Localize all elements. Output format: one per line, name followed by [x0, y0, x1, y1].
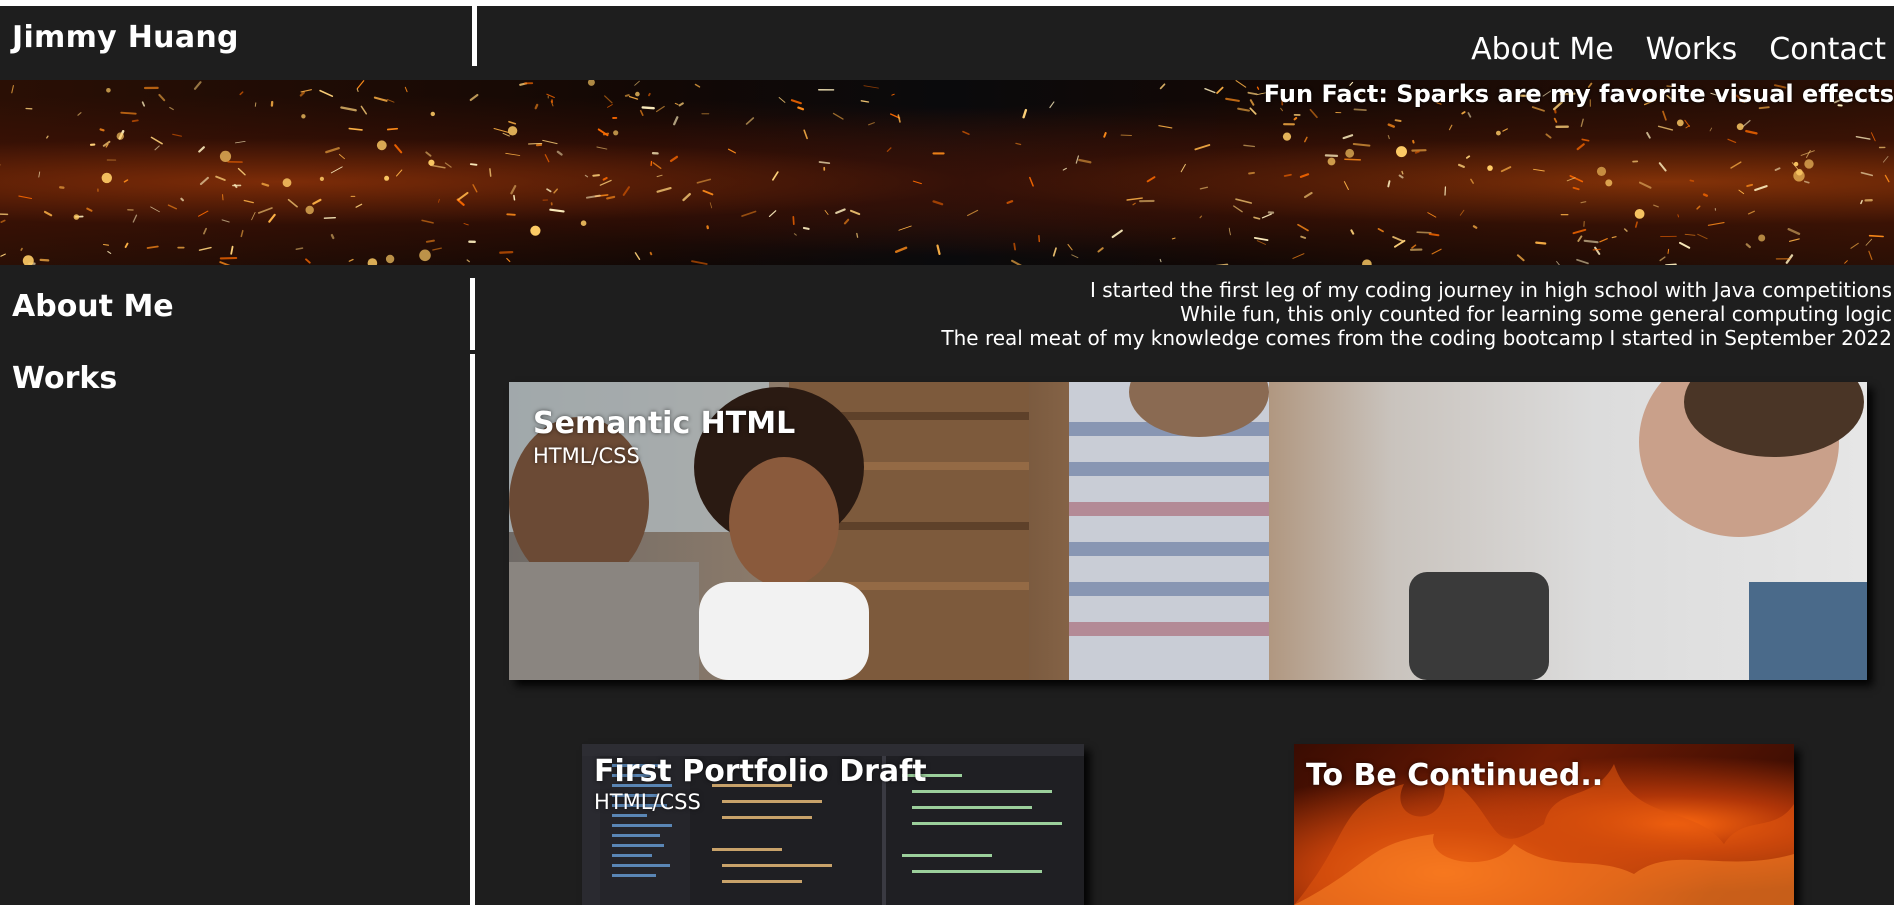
work-card-to-be-continued[interactable]: To Be Continued..: [1294, 744, 1794, 905]
sidebar: About Me Works: [0, 265, 470, 905]
hero-banner: Fun Fact: Sparks are my favorite visual …: [0, 80, 1894, 265]
site-header: Jimmy Huang About Me Works Contact: [0, 0, 1894, 80]
nav-link-about-me[interactable]: About Me: [1471, 32, 1614, 67]
top-nav: About Me Works Contact: [1471, 32, 1886, 67]
sidebar-item-about-me[interactable]: About Me: [12, 289, 174, 324]
work-card-subtitle: HTML/CSS: [594, 790, 701, 814]
sidebar-item-works[interactable]: Works: [12, 361, 117, 396]
about-line: The real meat of my knowledge comes from…: [941, 326, 1892, 350]
work-card-semantic-html[interactable]: Semantic HTML HTML/CSS: [509, 382, 1867, 680]
nav-link-works[interactable]: Works: [1646, 32, 1738, 67]
work-card-title: First Portfolio Draft: [594, 754, 927, 789]
about-line: I started the first leg of my coding jou…: [1089, 278, 1892, 302]
work-card-subtitle: HTML/CSS: [533, 444, 640, 468]
site-owner-name: Jimmy Huang: [12, 20, 239, 55]
work-card-first-portfolio-draft[interactable]: First Portfolio Draft HTML/CSS: [582, 744, 1084, 905]
work-card-title: Semantic HTML: [533, 406, 796, 441]
fun-fact-text: Fun Fact: Sparks are my favorite visual …: [1263, 80, 1894, 108]
about-me-text: I started the first leg of my coding jou…: [941, 278, 1892, 350]
header-divider: [472, 6, 477, 66]
about-line: While fun, this only counted for learnin…: [1180, 302, 1892, 326]
work-card-title: To Be Continued..: [1306, 758, 1604, 793]
about-section-divider: [470, 278, 475, 350]
nav-link-contact[interactable]: Contact: [1769, 32, 1886, 67]
works-section-divider: [470, 354, 475, 905]
